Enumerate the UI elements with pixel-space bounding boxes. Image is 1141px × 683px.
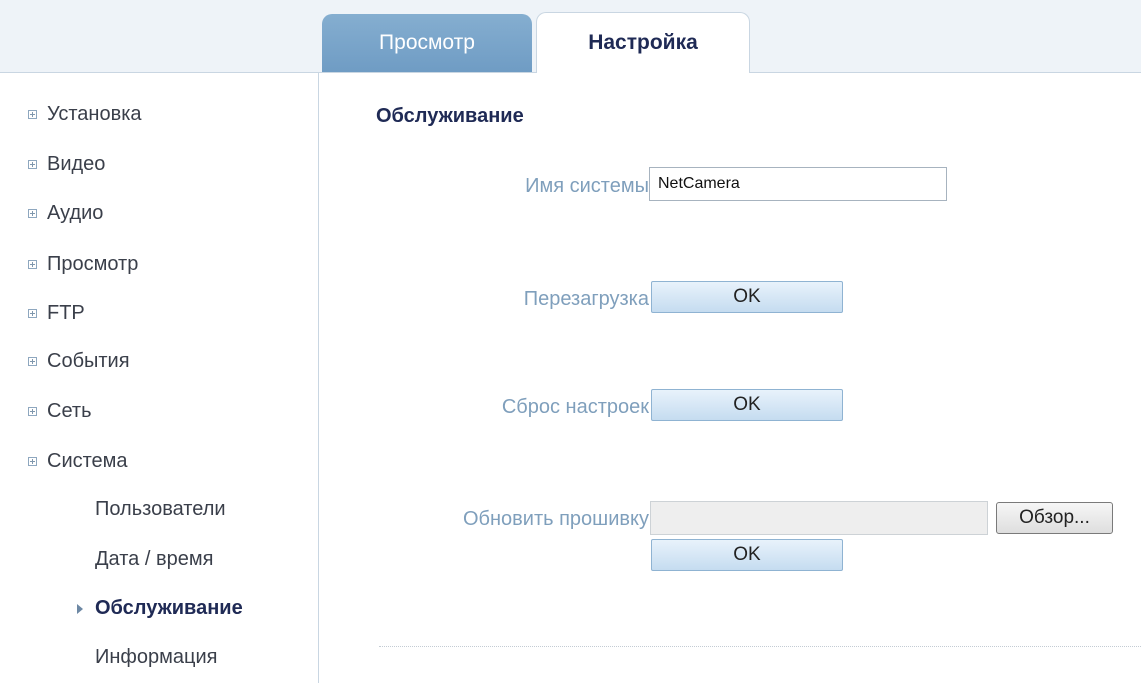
sidebar-subitem-label: Обслуживание xyxy=(95,597,243,619)
sidebar-item-label: События xyxy=(47,350,130,372)
sidebar-item-audio[interactable]: Аудио xyxy=(28,202,103,225)
firmware-update-ok-button[interactable]: OK xyxy=(651,539,843,571)
divider xyxy=(379,646,1141,647)
top-tab-bar: Просмотр Настройка xyxy=(0,0,1141,73)
expand-plus-icon xyxy=(28,457,37,466)
sidebar-item-video[interactable]: Видео xyxy=(28,153,105,176)
sidebar-item-label: Аудио xyxy=(47,202,104,224)
tab-view[interactable]: Просмотр xyxy=(322,14,532,72)
sidebar-subitem-info[interactable]: Информация xyxy=(95,646,217,669)
sidebar-item-events[interactable]: События xyxy=(28,350,130,373)
sidebar-item-setup[interactable]: Установка xyxy=(28,103,142,126)
sidebar-subitem-maintenance[interactable]: Обслуживание xyxy=(77,597,243,620)
expand-plus-icon xyxy=(28,110,37,119)
factory-reset-ok-button[interactable]: OK xyxy=(651,389,843,421)
sidebar: Установка Видео Аудио Просмотр FTP Событ… xyxy=(0,73,319,683)
sidebar-subitem-datetime[interactable]: Дата / время xyxy=(95,548,213,571)
expand-plus-icon xyxy=(28,407,37,416)
firmware-file-path-field[interactable] xyxy=(650,501,988,535)
reboot-label: Перезагрузка xyxy=(523,288,649,310)
firmware-update-label: Обновить прошивку xyxy=(462,508,649,530)
sidebar-item-system[interactable]: Система xyxy=(28,450,128,473)
sidebar-item-label: Установка xyxy=(47,103,142,125)
sidebar-item-label: Система xyxy=(47,450,128,472)
sidebar-item-label: Видео xyxy=(47,153,106,175)
main-content: Обслуживание Имя системы Перезагрузка OK… xyxy=(319,73,1141,683)
sidebar-item-label: Просмотр xyxy=(47,253,139,275)
expand-plus-icon xyxy=(28,357,37,366)
tab-settings[interactable]: Настройка xyxy=(536,12,750,73)
expand-plus-icon xyxy=(28,309,37,318)
system-name-input[interactable] xyxy=(649,167,947,201)
sidebar-item-view[interactable]: Просмотр xyxy=(28,253,138,276)
system-name-label: Имя системы xyxy=(525,175,649,197)
expand-plus-icon xyxy=(28,160,37,169)
active-arrow-icon xyxy=(77,603,83,614)
sidebar-item-label: FTP xyxy=(47,302,85,324)
browse-button[interactable]: Обзор... xyxy=(996,502,1113,534)
sidebar-item-ftp[interactable]: FTP xyxy=(28,302,85,325)
page-title: Обслуживание xyxy=(376,105,524,127)
sidebar-item-label: Сеть xyxy=(47,400,92,422)
reboot-ok-button[interactable]: OK xyxy=(651,281,843,313)
sidebar-subitem-users[interactable]: Пользователи xyxy=(95,498,226,521)
factory-reset-label: Сброс настроек xyxy=(501,396,649,418)
expand-plus-icon xyxy=(28,260,37,269)
expand-plus-icon xyxy=(28,209,37,218)
sidebar-item-network[interactable]: Сеть xyxy=(28,400,91,423)
